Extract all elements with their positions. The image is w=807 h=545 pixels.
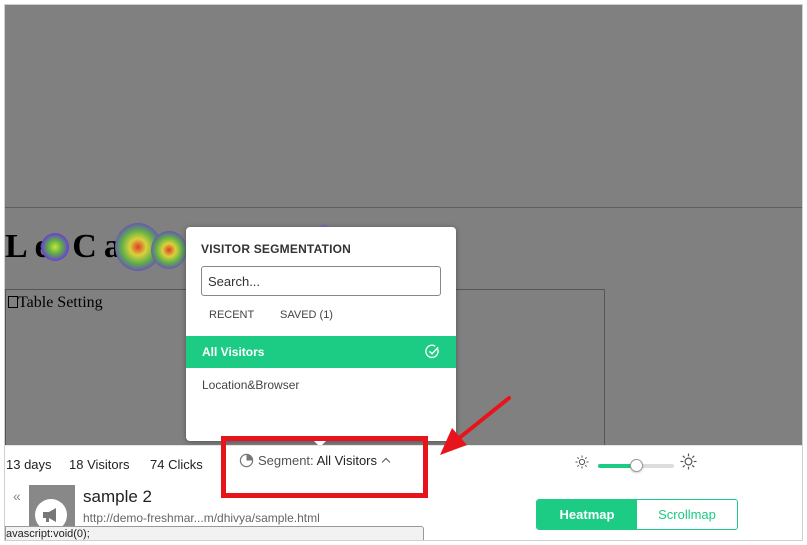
status-bar-tooltip: avascript:void(0); <box>5 526 424 540</box>
popup-title: VISITOR SEGMENTATION <box>201 242 352 256</box>
visitors-stat: 18 Visitors <box>69 457 130 472</box>
date-range-stat[interactable]: 13 days <box>6 457 52 472</box>
brightness-high-icon[interactable] <box>680 453 697 470</box>
heatmap-button[interactable]: Heatmap <box>537 500 637 529</box>
page-url[interactable]: http://demo-freshmar...m/dhivya/sample.h… <box>83 511 320 525</box>
heatmap-spot <box>41 233 69 261</box>
megaphone-icon <box>43 508 56 522</box>
page-info-bar: « sample 2 http://demo-freshmar...m/dhiv… <box>5 482 802 540</box>
clicks-stat: 74 Clicks <box>150 457 203 472</box>
pie-chart-icon <box>239 453 254 468</box>
segment-item-location-browser[interactable]: Location&Browser <box>186 369 456 401</box>
segment-dropdown-button[interactable]: Segment: All Visitors <box>239 453 391 477</box>
stats-bar: 13 days 18 Visitors 74 Clicks Segment: A… <box>5 445 802 482</box>
broken-image-icon <box>8 296 18 308</box>
chevron-up-icon <box>381 457 391 467</box>
image-alt-text: Table Setting <box>18 294 103 311</box>
page-name: sample 2 <box>83 487 152 506</box>
browser-viewport: Le Caterin Table Setting VISITOR SEGMENT… <box>4 4 803 541</box>
tab-recent[interactable]: RECENT <box>209 309 254 321</box>
segment-value: All Visitors <box>316 453 378 468</box>
segment-item-label: All Visitors <box>202 345 265 359</box>
segment-label: Segment: <box>258 453 314 468</box>
segment-item-all-visitors[interactable]: All Visitors <box>186 336 456 368</box>
tab-saved[interactable]: SAVED (1) <box>280 309 333 321</box>
check-circle-icon <box>425 344 439 359</box>
brightness-slider[interactable] <box>598 459 674 472</box>
double-chevron-left-icon[interactable]: « <box>13 488 21 504</box>
brightness-low-icon[interactable] <box>575 455 589 469</box>
segment-search-input[interactable] <box>201 266 441 296</box>
visitor-segmentation-popup: VISITOR SEGMENTATION RECENT SAVED (1) Al… <box>186 227 456 441</box>
heatmap-spot <box>151 231 187 269</box>
slider-thumb[interactable] <box>630 459 643 472</box>
view-mode-toggle: Heatmap Scrollmap <box>536 499 738 530</box>
page-thumbnail <box>29 485 75 531</box>
page-header-area <box>5 5 802 208</box>
scrollmap-button[interactable]: Scrollmap <box>637 500 737 529</box>
segment-item-label: Location&Browser <box>202 378 300 392</box>
